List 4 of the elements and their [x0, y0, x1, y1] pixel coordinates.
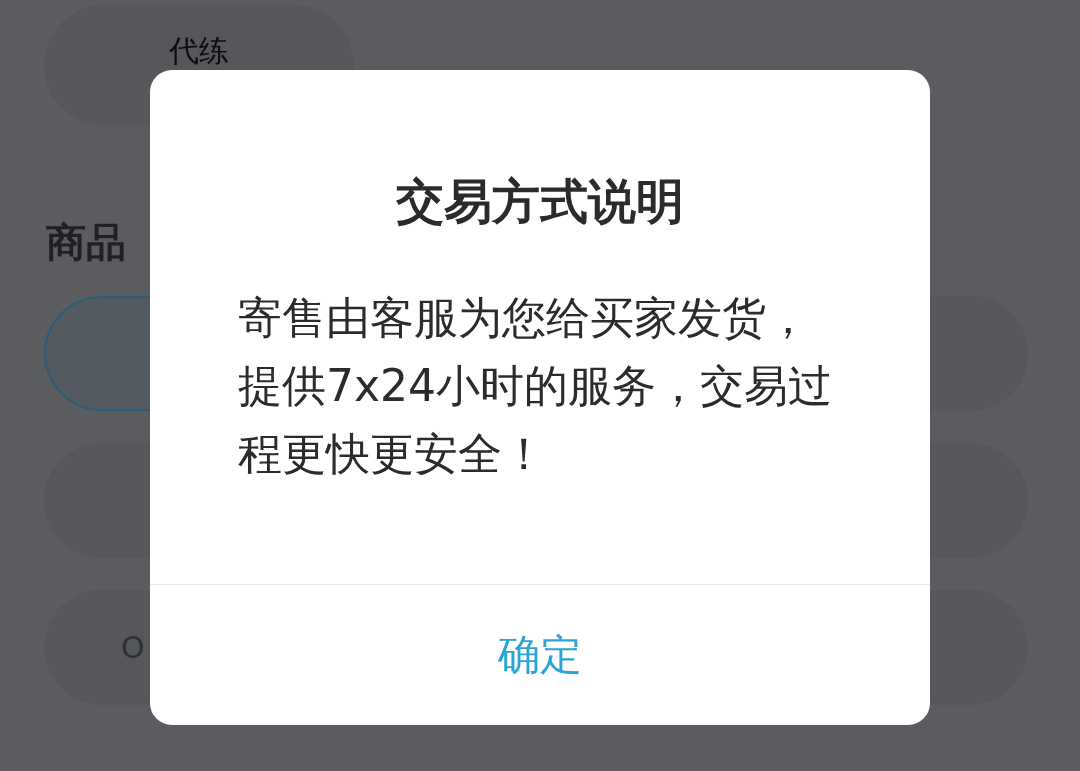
dialog-message: 寄售由客服为您给买家发货，提供7x24小时的服务，交易过程更快更安全！	[238, 291, 834, 481]
confirm-button[interactable]: 确定	[468, 617, 612, 693]
dialog-title: 交易方式说明	[395, 172, 685, 231]
section-title: 商品	[46, 218, 127, 267]
